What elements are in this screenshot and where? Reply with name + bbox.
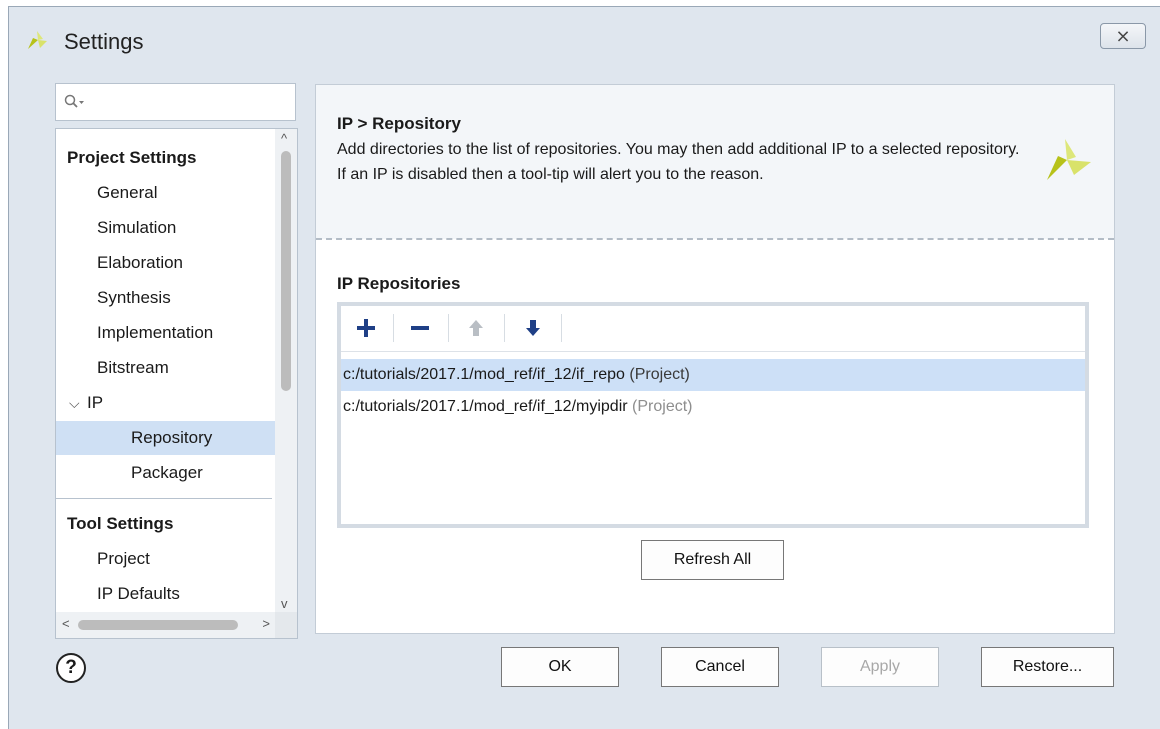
move-up-button[interactable] <box>458 312 494 344</box>
toolbar-separator <box>504 314 505 342</box>
section-tool-settings: Tool Settings <box>67 514 174 533</box>
repository-row[interactable]: c:/tutorials/2017.1/mod_ref/if_12/myipdi… <box>341 391 1085 423</box>
settings-content-panel: IP > Repository Add directories to the l… <box>315 84 1115 634</box>
restore-button[interactable]: Restore... <box>981 647 1114 687</box>
move-up-icon <box>469 320 483 336</box>
vivado-logo-icon <box>1047 139 1091 180</box>
close-button[interactable]: ⨯ <box>1100 23 1146 49</box>
nav-item-project[interactable]: Project <box>97 542 150 576</box>
nav-divider <box>56 498 272 499</box>
repository-path: c:/tutorials/2017.1/mod_ref/if_12/myipdi… <box>343 398 628 415</box>
add-repository-button[interactable] <box>348 312 384 344</box>
scroll-up-icon[interactable]: ^ <box>281 131 287 146</box>
section-divider <box>316 238 1114 240</box>
horizontal-scrollbar[interactable]: < > <box>56 612 278 638</box>
panel-header: IP > Repository Add directories to the l… <box>316 85 1114 239</box>
vivado-logo-icon <box>28 31 47 49</box>
toolbar-separator <box>393 314 394 342</box>
nav-item-implementation[interactable]: Implementation <box>97 316 213 350</box>
repository-tag: (Project) <box>629 366 690 383</box>
nav-item-general[interactable]: General <box>97 176 157 210</box>
repository-row[interactable]: c:/tutorials/2017.1/mod_ref/if_12/if_rep… <box>341 359 1085 391</box>
move-down-icon <box>526 320 540 336</box>
scroll-down-icon[interactable]: v <box>281 596 288 611</box>
chevron-down-icon[interactable]: ⌵ <box>69 386 87 420</box>
cancel-button[interactable]: Cancel <box>661 647 779 687</box>
scroll-right-icon[interactable]: > <box>262 616 270 631</box>
help-icon[interactable]: ? <box>56 653 86 683</box>
apply-button[interactable]: Apply <box>821 647 939 687</box>
toolbar-separator <box>448 314 449 342</box>
refresh-all-button[interactable]: Refresh All <box>641 540 784 580</box>
ok-button[interactable]: OK <box>501 647 619 687</box>
page-description: Add directories to the list of repositor… <box>337 141 1020 183</box>
repository-list-box: c:/tutorials/2017.1/mod_ref/if_12/if_rep… <box>337 302 1089 528</box>
nav-item-synthesis[interactable]: Synthesis <box>97 281 171 315</box>
nav-item-bitstream[interactable]: Bitstream <box>97 351 169 385</box>
scrollbar-corner <box>275 612 297 638</box>
scroll-left-icon[interactable]: < <box>62 616 70 631</box>
vertical-scrollbar[interactable]: ^ v <box>275 129 297 613</box>
move-down-button[interactable] <box>515 312 551 344</box>
nav-item-elaboration[interactable]: Elaboration <box>97 246 183 280</box>
horizontal-scroll-thumb[interactable] <box>78 620 238 630</box>
nav-item-packager[interactable]: Packager <box>131 456 203 490</box>
remove-icon <box>411 326 429 330</box>
nav-item-ip-label: IP <box>87 393 104 412</box>
repository-tag: (Project) <box>632 398 693 415</box>
section-project-settings: Project Settings <box>67 148 197 167</box>
title-bar: Settings ⨯ <box>9 7 1160 71</box>
nav-item-repository[interactable]: Repository <box>56 421 277 455</box>
breadcrumb: IP > Repository <box>337 114 461 133</box>
search-input[interactable] <box>55 83 296 121</box>
nav-item-ip[interactable]: ⌵ IP <box>69 386 103 420</box>
nav-item-ip-defaults[interactable]: IP Defaults <box>97 577 180 611</box>
section-title: IP Repositories <box>337 274 461 293</box>
window-title: Settings <box>64 29 144 54</box>
vertical-scroll-thumb[interactable] <box>281 151 291 391</box>
settings-dialog: Settings ⨯ Project Settings General Simu… <box>8 6 1160 729</box>
remove-repository-button[interactable] <box>402 312 438 344</box>
search-icon <box>64 94 84 108</box>
nav-item-simulation[interactable]: Simulation <box>97 211 176 245</box>
repository-path: c:/tutorials/2017.1/mod_ref/if_12/if_rep… <box>343 366 625 383</box>
add-icon <box>357 319 375 337</box>
toolbar-separator <box>561 314 562 342</box>
nav-item-repository-label: Repository <box>131 428 213 447</box>
settings-navigation-tree: Project Settings General Simulation Elab… <box>55 128 298 639</box>
repository-toolbar <box>341 306 1085 352</box>
